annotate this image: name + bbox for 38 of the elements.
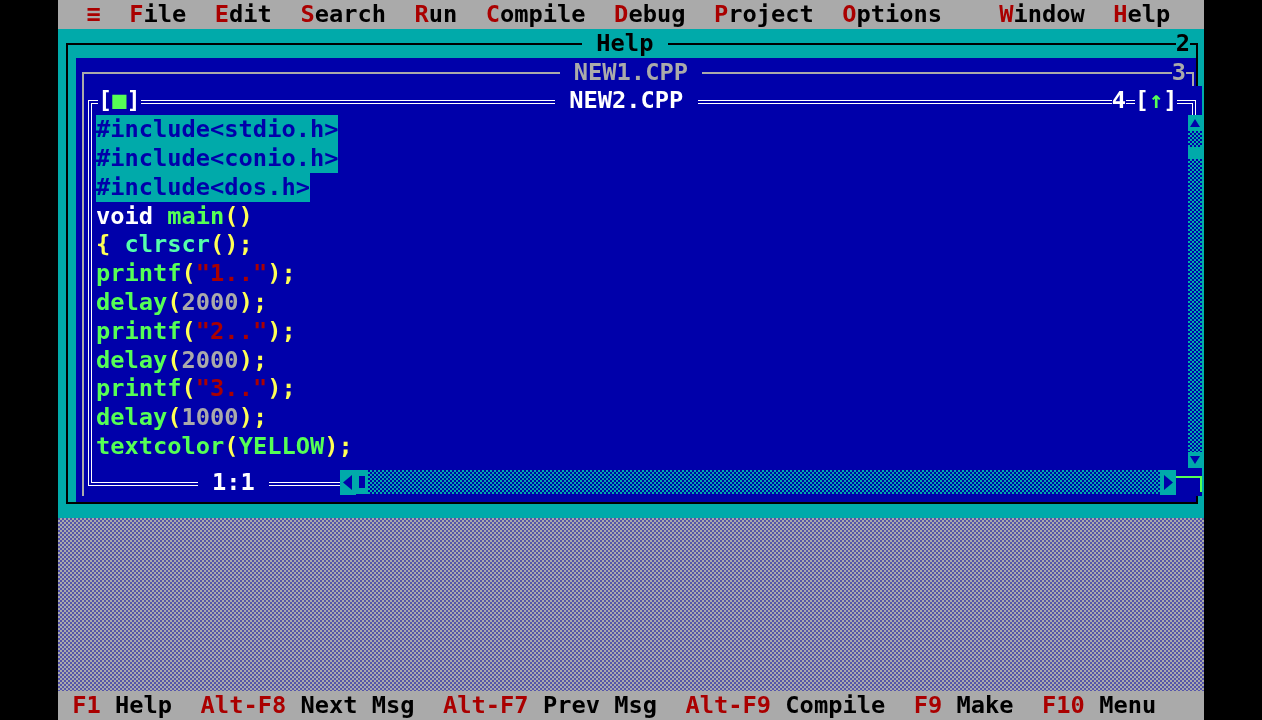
menu-item[interactable]: Edit — [200, 0, 287, 29]
close-button[interactable]: [■] — [98, 86, 141, 116]
status-item[interactable]: Alt-F8 Next Msg — [200, 691, 415, 720]
window-title: NEW1.CPP — [572, 57, 689, 87]
scroll-thumb[interactable] — [356, 469, 369, 495]
menu-item[interactable]: Debug — [599, 0, 700, 29]
status-item[interactable]: Alt-F9 Compile — [685, 691, 886, 720]
code-line: textcolor(YELLOW); — [96, 431, 353, 461]
window-number: 3 — [1171, 57, 1186, 87]
window-title: Help — [595, 28, 655, 58]
cursor-position: 1:1 — [211, 467, 256, 497]
menu-item[interactable]: File — [115, 0, 201, 29]
code-line: delay(1000); — [96, 403, 268, 432]
window-title: NEW2.CPP — [568, 86, 685, 116]
zoom-button[interactable]: [↑] — [1134, 86, 1178, 116]
menu-item[interactable]: Search — [286, 0, 401, 29]
menu-item[interactable]: Window — [984, 0, 1099, 29]
resize-corner-icon[interactable] — [1176, 475, 1202, 492]
scroll-thumb[interactable] — [1188, 147, 1202, 160]
menu-item[interactable]: Project — [699, 0, 828, 29]
code-line: printf("2.."); — [96, 316, 296, 346]
horizontal-scrollbar[interactable] — [340, 469, 1176, 495]
status-item[interactable]: F10 Menu — [1042, 691, 1157, 720]
menu-item[interactable]: Run — [400, 0, 472, 29]
code-line: delay(2000); — [96, 287, 268, 317]
menu-item[interactable]: Help — [1098, 0, 1185, 29]
menu-item[interactable]: Options — [828, 0, 957, 29]
status-item[interactable]: F1 Help — [72, 691, 173, 720]
window-number: 4 — [1111, 86, 1127, 116]
status-item[interactable]: Alt-F7 Prev Msg — [443, 691, 657, 720]
window-number: 2 — [1175, 28, 1190, 58]
code-line: delay(2000); — [96, 345, 268, 375]
code-line: printf("1.."); — [96, 259, 296, 288]
code-line: printf("3.."); — [96, 374, 296, 404]
code-line: { clrscr(); — [96, 230, 253, 260]
status-item[interactable]: F9 Make — [913, 691, 1014, 720]
menu-item[interactable]: Compile — [471, 0, 600, 29]
code-line: void main() — [96, 201, 253, 231]
